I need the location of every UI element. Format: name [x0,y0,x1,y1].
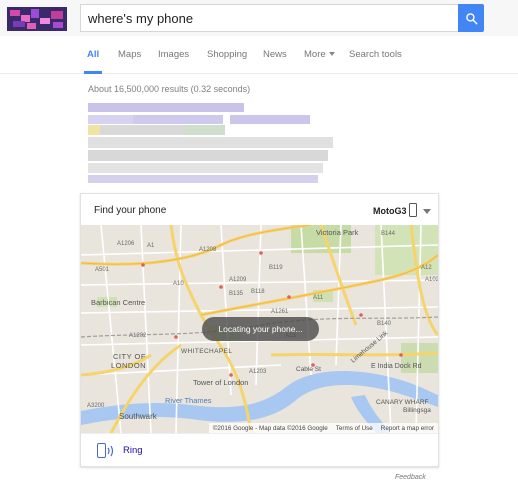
road-label: B140 [377,321,392,327]
road-label: A102 [425,277,438,283]
phone-icon [409,203,417,217]
road-label: B119 [269,265,283,271]
map-label-billingsgate: Billingsga [403,407,431,414]
ring-action[interactable]: Ring [81,433,438,467]
feedback-link[interactable]: Feedback [395,474,426,481]
tab-all[interactable]: All [87,49,99,60]
road-label: A1202 [129,333,147,339]
map-view[interactable]: Victoria Park Barbican Centre CITY OF LO… [81,225,438,433]
map-label-limehouse-link: Limehouse Link [350,329,390,364]
search-button[interactable] [458,4,484,32]
search-input[interactable] [81,5,441,31]
road-label: A501 [95,267,110,273]
map-label-london: LONDON [111,361,146,370]
report-map-error-link[interactable]: Report a map error [381,425,434,432]
road-label: A11 [313,295,324,301]
road-label: A1209 [229,277,247,283]
road-label: B135 [229,291,244,297]
device-name[interactable]: MotoG3 [373,206,407,216]
map-label-river-thames: River Thames [165,396,212,405]
ring-waves-icon [107,445,114,457]
map-label-whitechapel: WHITECHAPEL [181,348,232,355]
road-label: A1 [147,243,155,249]
ring-phone-icon [97,443,106,458]
map-label-cable-st: Cable St [296,366,321,373]
road-label: A1261 [271,309,289,315]
ring-label[interactable]: Ring [123,445,143,456]
find-your-phone-card: Find your phone MotoG3 Victoria Park Bar… [80,193,439,467]
card-title: Find your phone [94,205,167,216]
terms-of-use-link[interactable]: Terms of Use [336,425,373,432]
map-attribution: ©2016 Google - Map data ©2016 Google Ter… [208,423,438,433]
tab-news[interactable]: News [263,49,287,60]
map-label-barbican-centre: Barbican Centre [91,298,145,307]
road-label: A1206 [117,241,135,247]
tab-images[interactable]: Images [158,49,189,60]
tab-maps[interactable]: Maps [118,49,141,60]
search-box[interactable] [80,4,460,32]
map-data-credit: ©2016 Google - Map data ©2016 Google [212,424,328,432]
road-label: A1203 [249,369,267,375]
map-label-e-india-dock-rd: E India Dock Rd [371,363,422,370]
map-label-victoria-park: Victoria Park [316,228,359,237]
search-tabs: All Maps Images Shopping News More Searc… [0,36,518,74]
map-label-southwark: Southwark [119,412,158,421]
road-label: A3200 [87,403,105,409]
map-label-tower-of-london: Tower of London [193,378,248,387]
tab-shopping[interactable]: Shopping [207,49,247,60]
site-logo[interactable] [7,7,67,31]
search-icon [465,12,477,24]
road-label: B144 [381,231,396,237]
tab-more-label: More [304,49,326,60]
road-label: A1208 [199,247,217,253]
top-bar [0,0,518,36]
active-tab-indicator [84,71,102,74]
locating-status: Locating your phone... [202,317,319,341]
road-label: B118 [251,289,265,295]
tab-more[interactable]: More [304,49,335,60]
road-label: A10 [173,281,184,287]
map-label-city-of: CITY OF [113,352,146,361]
chevron-down-icon [328,52,335,56]
result-stats: About 16,500,000 results (0.32 seconds) [88,84,251,94]
tab-search-tools[interactable]: Search tools [349,49,402,60]
device-dropdown-icon[interactable] [423,209,431,214]
map-label-canary-wharf: CANARY WHARF [376,399,429,406]
road-label: A12 [421,265,432,271]
